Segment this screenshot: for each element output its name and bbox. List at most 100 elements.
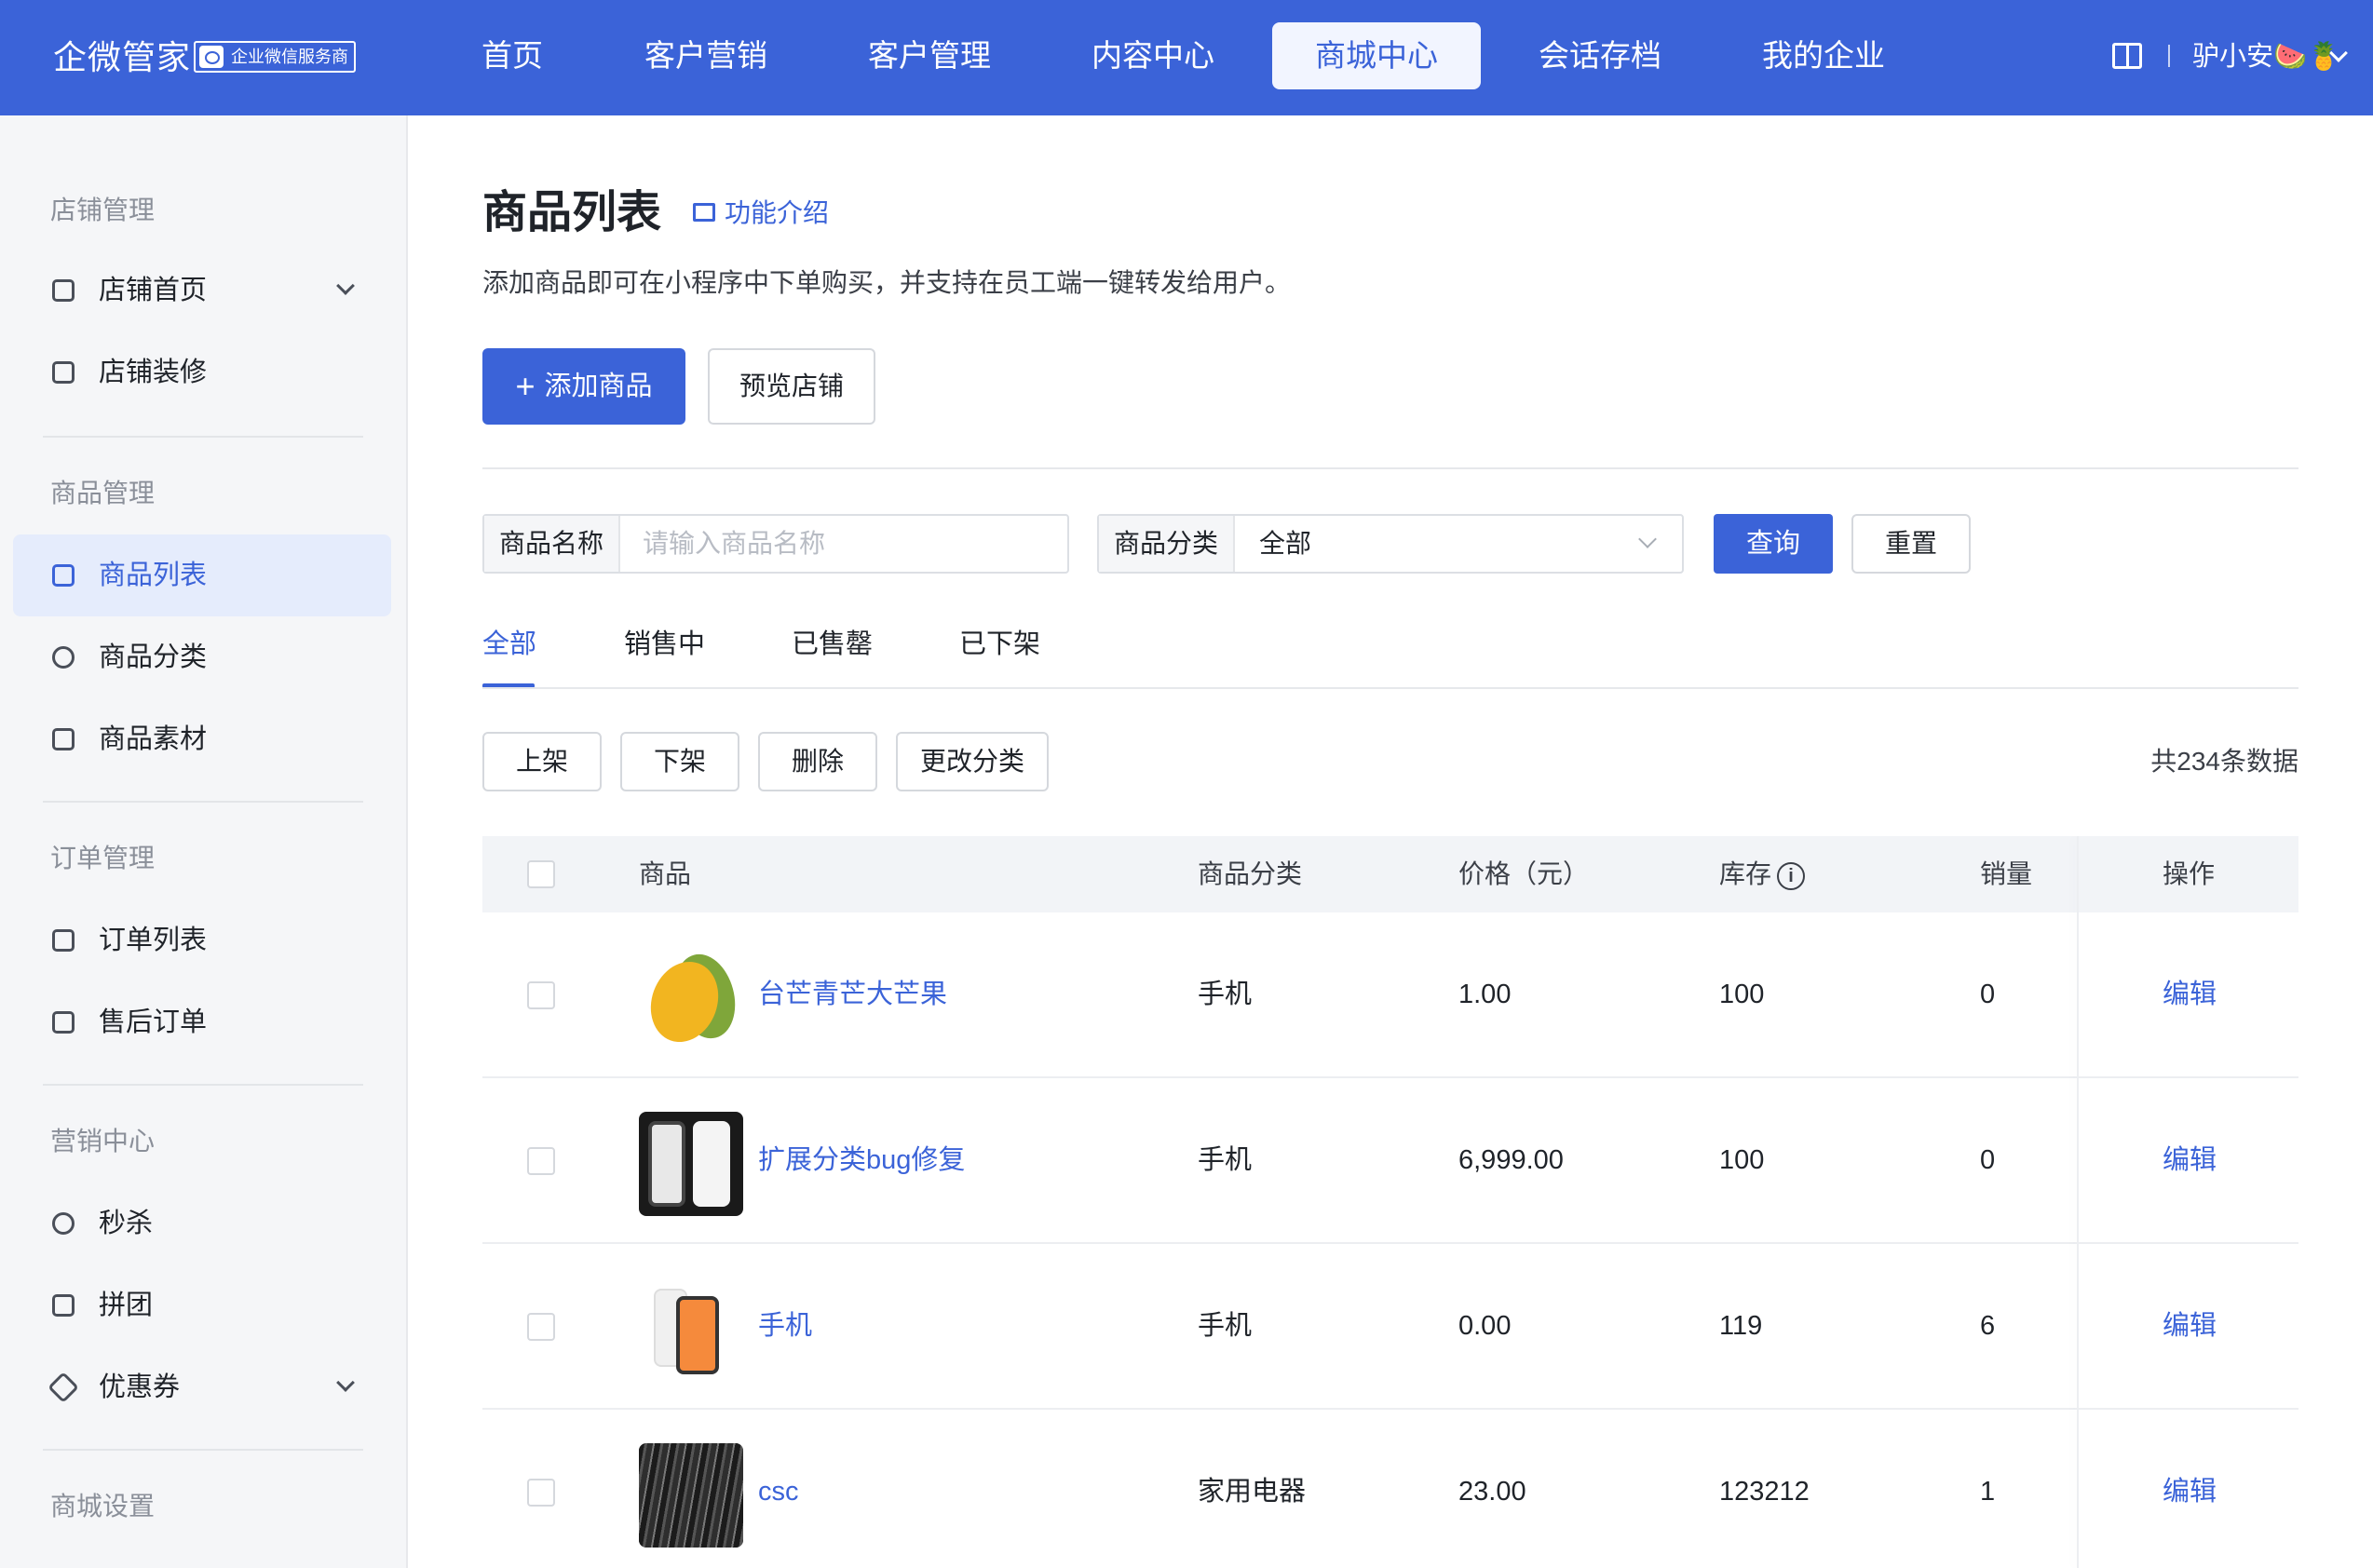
goods-category-select[interactable]: 全部 <box>1259 516 1311 572</box>
sidebar-item-coupon[interactable]: 优惠券 <box>13 1346 391 1428</box>
brand-logo[interactable]: 企微管家 <box>53 34 191 82</box>
edit-link[interactable]: 编辑 <box>2163 1244 2217 1408</box>
product-thumbnail <box>639 946 743 1050</box>
product-price: 6,999.00 <box>1458 1145 1564 1175</box>
sidebar-divider <box>43 801 363 803</box>
nav-customer-marketing[interactable]: 客户营销 <box>635 22 777 89</box>
tab-off-shelf[interactable]: 已下架 <box>959 622 1040 667</box>
sidebar-item-label: 订单列表 <box>99 926 208 955</box>
nav-home[interactable]: 首页 <box>462 22 563 89</box>
sidebar-divider <box>43 436 363 438</box>
add-goods-button[interactable]: + 添加商品 <box>482 348 685 425</box>
nav-mall-center[interactable]: 商城中心 <box>1272 22 1481 89</box>
tab-sold-out[interactable]: 已售罄 <box>792 622 873 667</box>
product-price: 1.00 <box>1458 980 1512 1009</box>
nav-my-enterprise[interactable]: 我的企业 <box>1753 22 1894 89</box>
product-name-link[interactable]: csc <box>758 1410 799 1568</box>
add-goods-label: 添加商品 <box>544 372 653 401</box>
sidebar-item-label: 商品素材 <box>99 724 208 754</box>
product-name-link[interactable]: 手机 <box>758 1244 812 1408</box>
info-icon[interactable]: i <box>1777 861 1806 890</box>
select-all-checkbox[interactable] <box>527 860 555 888</box>
row-checkbox[interactable] <box>527 1147 555 1175</box>
help-book-icon[interactable] <box>2112 43 2142 69</box>
nav-customer-management[interactable]: 客户管理 <box>859 22 1000 89</box>
column-header-stock-label: 库存 <box>1719 859 1772 888</box>
product-stock: 123212 <box>1719 1477 1810 1507</box>
product-name-link[interactable]: 扩展分类bug修复 <box>758 1078 965 1242</box>
change-category-button[interactable]: 更改分类 <box>896 732 1049 791</box>
total-count: 共234条数据 <box>2150 747 2298 776</box>
sidebar-group-marketing: 营销中心 <box>50 1127 156 1156</box>
chevron-down-icon[interactable] <box>1638 530 1657 548</box>
column-header-stock: 库存 i <box>1719 836 1806 912</box>
sidebar-item-label: 商品列表 <box>99 561 208 590</box>
nav-session-archive[interactable]: 会话存档 <box>1529 22 1671 89</box>
goods-name-input[interactable]: 请输入商品名称 <box>643 516 825 572</box>
sidebar-item-goods-category[interactable]: 商品分类 <box>13 616 391 698</box>
user-name[interactable]: 驴小安🍉🍍 <box>2192 34 2340 80</box>
product-category: 手机 <box>1198 1311 1253 1341</box>
page-title: 商品列表 <box>482 188 662 237</box>
row-checkbox[interactable] <box>527 1313 555 1341</box>
reset-button[interactable]: 重置 <box>1851 514 1971 574</box>
tab-on-sale[interactable]: 销售中 <box>624 622 705 667</box>
sidebar-item-order-list[interactable]: 订单列表 <box>13 899 391 981</box>
edit-link[interactable]: 编辑 <box>2163 912 2217 1076</box>
sidebar-item-store-decorate[interactable]: 店铺装修 <box>13 331 391 413</box>
column-header-price: 价格（元） <box>1458 859 1590 888</box>
shelve-button[interactable]: 上架 <box>482 732 602 791</box>
unshelve-button[interactable]: 下架 <box>620 732 739 791</box>
sidebar-item-label: 店铺首页 <box>99 276 208 305</box>
sidebar-group-store: 店铺管理 <box>50 196 156 224</box>
list-icon <box>52 564 75 587</box>
material-icon <box>52 728 75 750</box>
product-stock: 119 <box>1719 1311 1763 1341</box>
column-header-goods: 商品 <box>639 859 692 888</box>
service-provider-badge: 企业微信服务商 <box>194 41 356 73</box>
sidebar-item-goods-list[interactable]: 商品列表 <box>13 534 391 616</box>
nav-content-center[interactable]: 内容中心 <box>1082 22 1224 89</box>
row-checkbox[interactable] <box>527 1479 555 1507</box>
sidebar-group-mall-settings: 商城设置 <box>50 1492 156 1521</box>
product-price: 23.00 <box>1458 1477 1526 1507</box>
row-checkbox[interactable] <box>527 981 555 1009</box>
sidebar-divider <box>43 1449 363 1451</box>
edit-link[interactable]: 编辑 <box>2163 1410 2217 1568</box>
table-row: 扩展分类bug修复 手机 6,999.00 100 0 编辑 <box>482 1078 2298 1244</box>
book-icon <box>693 203 715 222</box>
tab-all[interactable]: 全部 <box>482 622 536 667</box>
product-sales: 0 <box>1980 980 1996 1009</box>
sidebar-item-group-buy[interactable]: 拼团 <box>13 1264 391 1346</box>
after-sale-icon <box>52 1011 75 1034</box>
sidebar-item-label: 秒杀 <box>99 1209 154 1238</box>
table-row: 手机 手机 0.00 119 6 编辑 <box>482 1244 2298 1410</box>
sidebar-item-label: 优惠券 <box>99 1372 181 1402</box>
wecom-icon <box>199 46 224 68</box>
goods-category-filter: 商品分类 全部 <box>1097 514 1684 574</box>
flash-icon <box>52 1212 75 1235</box>
column-header-action: 操作 <box>2163 859 2216 888</box>
preview-store-button[interactable]: 预览店铺 <box>708 348 875 425</box>
sidebar: 店铺管理 店铺首页 店铺装修 商品管理 商品列表 商品分类 商品素材 订单管理 … <box>0 115 408 1568</box>
sidebar-item-goods-material[interactable]: 商品素材 <box>13 698 391 780</box>
feature-intro-link[interactable]: 功能介绍 <box>691 194 829 233</box>
sidebar-item-store-home[interactable]: 店铺首页 <box>13 250 391 331</box>
page-description: 添加商品即可在小程序中下单购买，并支持在员工端一键转发给用户。 <box>482 268 1292 297</box>
product-thumbnail <box>639 1277 743 1382</box>
sidebar-item-label: 拼团 <box>99 1291 154 1320</box>
product-thumbnail <box>639 1443 743 1548</box>
edit-link[interactable]: 编辑 <box>2163 1078 2217 1242</box>
product-name-link[interactable]: 台芒青芒大芒果 <box>758 912 947 1076</box>
sidebar-group-orders: 订单管理 <box>50 844 156 872</box>
sidebar-item-flash-sale[interactable]: 秒杀 <box>13 1183 391 1264</box>
clipboard-icon <box>52 929 75 952</box>
product-sales: 1 <box>1980 1477 1996 1507</box>
product-sales: 0 <box>1980 1145 1996 1175</box>
query-button[interactable]: 查询 <box>1714 514 1833 574</box>
delete-button[interactable]: 删除 <box>758 732 877 791</box>
section-divider <box>482 467 2298 469</box>
sidebar-item-after-sale[interactable]: 售后订单 <box>13 981 391 1063</box>
decorate-icon <box>52 361 75 384</box>
product-category: 手机 <box>1198 1145 1253 1175</box>
